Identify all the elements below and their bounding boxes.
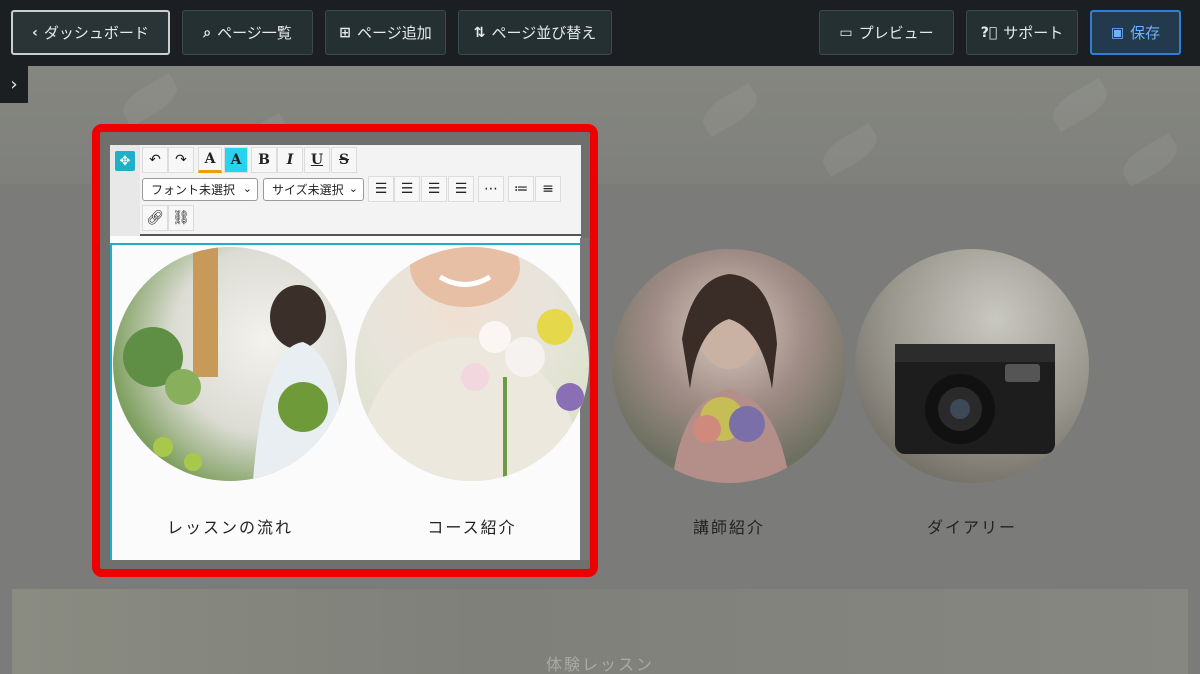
block-editor: ✥ ↶ ↷ A A B I U S フォント未選択 ⌄ サイズ未選択 ⌄ ☰ ☰… [110,145,589,560]
font-size-select[interactable]: サイズ未選択 ⌄ [263,178,364,201]
preview-button[interactable]: ▭ プレビュー [819,10,954,55]
undo-button[interactable]: ↶ [142,147,168,173]
support-label: サポート [1003,24,1064,42]
course-intro-photo [355,247,589,481]
add-page-icon: ⊞ [339,24,352,41]
chevron-right-icon: › [10,74,18,95]
page-list-label: ページ一覧 [217,24,292,42]
reorder-pages-button[interactable]: ⇅ ページ並び替え [458,10,612,55]
chevron-left-icon: ‹ [32,24,38,41]
top-toolbar: ‹ ダッシュボード ⌕ ページ一覧 ⊞ ページ追加 ⇅ ページ並び替え ▭ プレ… [0,0,1200,66]
dashboard-label: ダッシュボード [43,24,149,42]
horizontal-rule-button[interactable]: ⋯ [478,176,504,202]
size-select-value: サイズ未選択 [272,183,344,197]
instructor-photo [612,249,846,483]
strikethrough-button[interactable]: S [331,147,357,173]
chevron-down-icon: ⌄ [348,182,358,195]
bold-button[interactable]: B [251,147,277,173]
trial-lesson-title: 体験レッスン [545,655,654,674]
diary-photo [855,249,1089,483]
move-handle-icon[interactable]: ✥ [115,151,135,171]
sort-arrows-icon: ⇅ [473,24,486,41]
sidebar-toggle[interactable]: › [0,66,28,103]
menu-label-lesson-flow[interactable]: レッスンの流れ [110,514,350,538]
page-list-button[interactable]: ⌕ ページ一覧 [182,10,313,55]
save-button[interactable]: ▣ 保存 [1090,10,1181,55]
font-color-button[interactable]: A [198,147,222,173]
page-search-icon: ⌕ [203,24,212,41]
unlink-icon[interactable]: ⛓︎ [168,205,194,231]
align-left-button[interactable]: ☰ [368,176,394,202]
justify-button[interactable]: ☰ [448,176,474,202]
menu-label-course-intro[interactable]: コース紹介 [352,514,592,538]
devices-icon: ▭ [839,24,853,41]
trial-lesson-banner: 体験レッスン [12,589,1188,674]
underline-button[interactable]: U [304,147,330,173]
font-select-value: フォント未選択 [151,183,236,197]
chevron-down-icon: ⌄ [242,182,252,195]
help-icon: ?⃝ [980,24,998,41]
save-label: 保存 [1130,24,1161,42]
font-family-select[interactable]: フォント未選択 ⌄ [142,178,258,201]
lesson-flow-photo [113,247,347,481]
italic-button[interactable]: I [277,147,303,173]
ordered-list-button[interactable]: ≔ [508,176,534,202]
menu-label-instructor[interactable]: 講師紹介 [609,514,849,538]
add-page-button[interactable]: ⊞ ページ追加 [325,10,446,55]
support-button[interactable]: ?⃝ サポート [966,10,1078,55]
reorder-label: ページ並び替え [491,24,597,42]
bullet-list-button[interactable]: ≡ [535,176,561,202]
editor-toolbar: ✥ ↶ ↷ A A B I U S フォント未選択 ⌄ サイズ未選択 ⌄ ☰ ☰… [110,145,581,236]
preview-label: プレビュー [858,24,934,42]
link-icon[interactable]: 🔗︎ [142,205,168,231]
floppy-icon: ▣ [1110,24,1125,41]
align-right-button[interactable]: ☰ [421,176,447,202]
background-color-button[interactable]: A [224,147,248,173]
menu-label-diary[interactable]: ダイアリー [852,514,1092,538]
align-center-button[interactable]: ☰ [394,176,420,202]
dashboard-button[interactable]: ‹ ダッシュボード [11,10,170,55]
add-page-label: ページ追加 [357,24,432,42]
redo-button[interactable]: ↷ [168,147,194,173]
